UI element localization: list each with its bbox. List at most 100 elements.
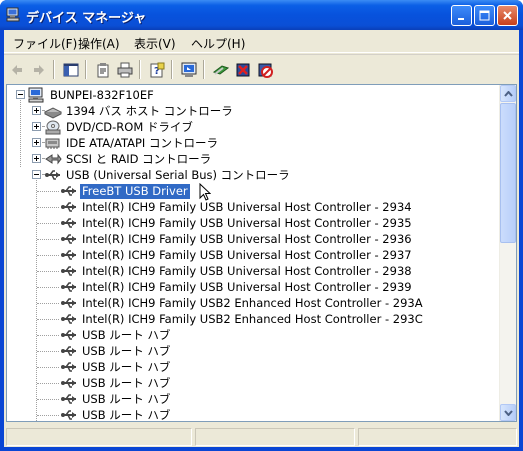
disable-button[interactable] [254,59,276,81]
menu-file[interactable]: ファイル(F) [13,35,77,52]
collapse-usb-toggle[interactable] [32,170,41,179]
menu-bar: ファイル(F) 操作(A) 表示(V) ヘルプ(H) [4,30,519,53]
usb-device-icon [61,410,76,420]
window-client-area: ファイル(F) 操作(A) 表示(V) ヘルプ(H) ? BUNPEI-832F… [4,30,519,447]
tree-item-usb-device[interactable]: Intel(R) ICH9 Family USB Universal Host … [60,279,414,295]
tree-category-dvd[interactable]: DVD/CD-ROM ドライブ [44,119,195,135]
tree-connector [37,383,59,384]
show-hide-tree-button[interactable] [60,59,82,81]
toolbar-separator [139,60,141,79]
tree-connector [37,399,59,400]
uninstall-icon [236,63,250,77]
tree-connector [37,415,59,416]
toolbar-separator [203,60,205,79]
tree-category-1394[interactable]: 1394 バス ホスト コントローラ [44,103,235,119]
tree-item-usb-device[interactable]: USB ルート ハブ [60,407,172,421]
scroll-up-button[interactable] [500,85,516,102]
maximize-icon [479,10,490,21]
expand-1394-toggle[interactable] [32,106,41,115]
tree-category-scsi[interactable]: SCSI と RAID コントローラ [44,151,213,167]
usb-device-icon [61,314,76,324]
mouse-cursor-icon [199,183,211,201]
bus-controller-icon [44,107,62,119]
scroll-thumb[interactable] [500,103,516,243]
category-label: DVD/CD-ROM ドライブ [66,119,193,134]
device-label: Intel(R) ICH9 Family USB2 Enhanced Host … [82,311,423,326]
toolbar-separator [171,60,173,79]
expand-dvd-toggle[interactable] [32,122,41,131]
scan-hardware-button[interactable] [178,59,200,81]
maximize-button[interactable] [474,5,495,26]
usb-device-icon [61,266,76,276]
tree-item-usb-device[interactable]: Intel(R) ICH9 Family USB Universal Host … [60,263,414,279]
tree-connector [36,173,37,421]
tree-item-usb-device[interactable]: Intel(R) ICH9 Family USB2 Enhanced Host … [60,311,425,327]
tree-item-usb-device[interactable]: USB ルート ハブ [60,391,172,407]
usb-device-icon [61,234,76,244]
device-label: Intel(R) ICH9 Family USB Universal Host … [82,279,412,294]
tree-connector [37,271,59,272]
tree-item-usb-device[interactable]: Intel(R) ICH9 Family USB Universal Host … [60,247,414,263]
tree-root[interactable]: BUNPEI-832F10EF [28,87,156,103]
window-title: デバイス マネージャ [26,11,147,26]
vertical-scrollbar[interactable] [499,85,516,421]
category-label: IDE ATA/ATAPI コントローラ [66,135,218,150]
collapse-root-toggle[interactable] [16,90,25,99]
update-driver-button[interactable] [210,59,232,81]
device-tree[interactable]: BUNPEI-832F10EF 1394 バス ホスト コントローラ DVD/C… [6,84,517,422]
tree-item-usb-device[interactable]: FreeBT USB Driver [60,182,191,200]
scroll-down-button[interactable] [500,404,516,421]
device-label: USB ルート ハブ [82,327,171,342]
scsi-icon [45,153,62,165]
device-manager-window: デバイス マネージャ ファイル(F) 操作(A) 表示(V) ヘルプ(H) ? … [0,0,523,451]
tree-item-usb-device[interactable]: USB ルート ハブ [60,327,172,343]
device-label: Intel(R) ICH9 Family USB Universal Host … [82,231,412,246]
disable-icon [258,63,273,78]
usb-icon [45,170,60,180]
tree-item-usb-device[interactable]: Intel(R) ICH9 Family USB Universal Host … [60,215,414,231]
tree-item-usb-device[interactable]: USB ルート ハブ [60,343,172,359]
tree-item-usb-device[interactable]: Intel(R) ICH9 Family USB Universal Host … [60,231,414,247]
tree-item-usb-device[interactable]: USB ルート ハブ [60,375,172,391]
uninstall-button[interactable] [232,59,254,81]
menu-help[interactable]: ヘルプ(H) [191,35,245,52]
tree-item-usb-device[interactable]: Intel(R) ICH9 Family USB Universal Host … [60,199,414,215]
status-panel [195,428,355,446]
tree-category-ide[interactable]: IDE ATA/ATAPI コントローラ [44,135,220,151]
ide-controller-icon [45,138,60,149]
print-button[interactable] [114,59,136,81]
menu-action[interactable]: 操作(A) [78,35,120,52]
tree-category-usb[interactable]: USB (Universal Serial Bus) コントローラ [44,167,292,183]
back-button[interactable] [6,59,28,81]
forward-button[interactable] [28,59,50,81]
usb-device-icon [61,362,76,372]
minimize-button[interactable] [451,5,472,26]
device-label: Intel(R) ICH9 Family USB2 Enhanced Host … [82,295,423,310]
cdrom-icon [45,120,61,135]
device-label: Intel(R) ICH9 Family USB Universal Host … [82,199,412,214]
tree-item-usb-device[interactable]: USB ルート ハブ [60,359,172,375]
help-icon: ? [150,62,165,78]
category-label: SCSI と RAID コントローラ [66,151,212,166]
forward-arrow-icon [34,65,44,75]
expand-ide-toggle[interactable] [32,138,41,147]
computer-icon [28,87,44,103]
close-button[interactable] [497,5,518,26]
usb-device-icon [61,346,76,356]
device-manager-icon [6,7,20,22]
usb-device-icon [61,218,76,228]
menu-view[interactable]: 表示(V) [134,35,176,52]
properties-button[interactable] [92,59,114,81]
usb-device-icon [61,202,76,212]
tree-item-usb-device[interactable]: Intel(R) ICH9 Family USB2 Enhanced Host … [60,295,425,311]
tree-connector [37,207,59,208]
expand-scsi-toggle[interactable] [32,154,41,163]
tree-connector [37,239,59,240]
minimize-icon [458,18,464,20]
title-bar[interactable]: デバイス マネージャ [0,0,523,30]
show-hide-console-tree-icon [63,63,79,77]
tree-connector [37,367,59,368]
help-button[interactable]: ? [146,59,168,81]
tree-connector [37,351,59,352]
device-label: USB ルート ハブ [82,391,171,406]
